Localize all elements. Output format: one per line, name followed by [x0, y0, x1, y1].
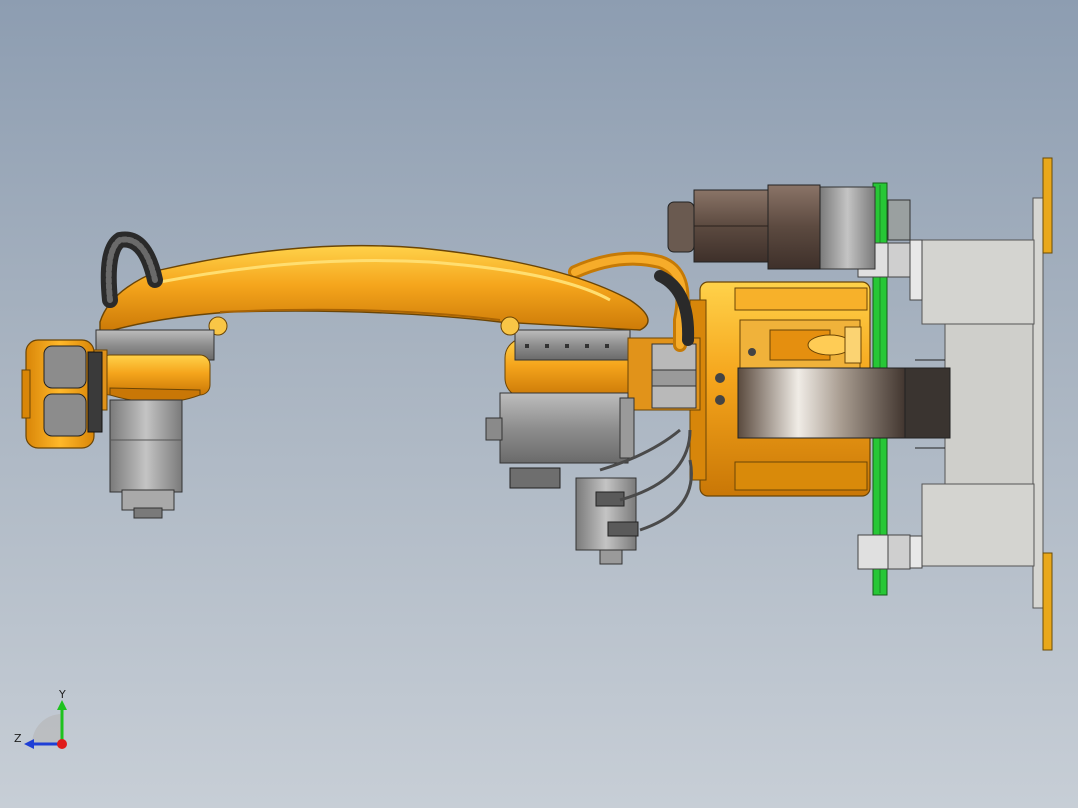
x-axis-dot — [57, 739, 67, 749]
z-axis-label: Z — [14, 732, 22, 745]
z-axis-arrow — [24, 739, 34, 749]
center-gear-unit[interactable] — [575, 477, 639, 565]
yellow-rail-bottom — [1042, 552, 1053, 651]
wrist-servo-motor[interactable] — [109, 399, 183, 519]
y-axis-arrow — [57, 700, 67, 710]
clamp-block-bottom[interactable] — [857, 534, 923, 570]
end-effector[interactable] — [21, 339, 103, 449]
3d-viewport[interactable]: Y Z — [0, 0, 1078, 808]
yellow-rail-top — [1042, 157, 1053, 254]
y-axis-label: Y — [58, 688, 66, 701]
top-servo-motor[interactable] — [667, 184, 876, 270]
orientation-triad: Y Z — [14, 688, 67, 749]
robot-assembly-model[interactable] — [0, 0, 1078, 808]
rotary-drum[interactable] — [737, 367, 951, 439]
center-servo-motor[interactable] — [485, 392, 635, 489]
upper-arm[interactable] — [99, 244, 649, 336]
wrist-housing[interactable] — [84, 329, 215, 411]
